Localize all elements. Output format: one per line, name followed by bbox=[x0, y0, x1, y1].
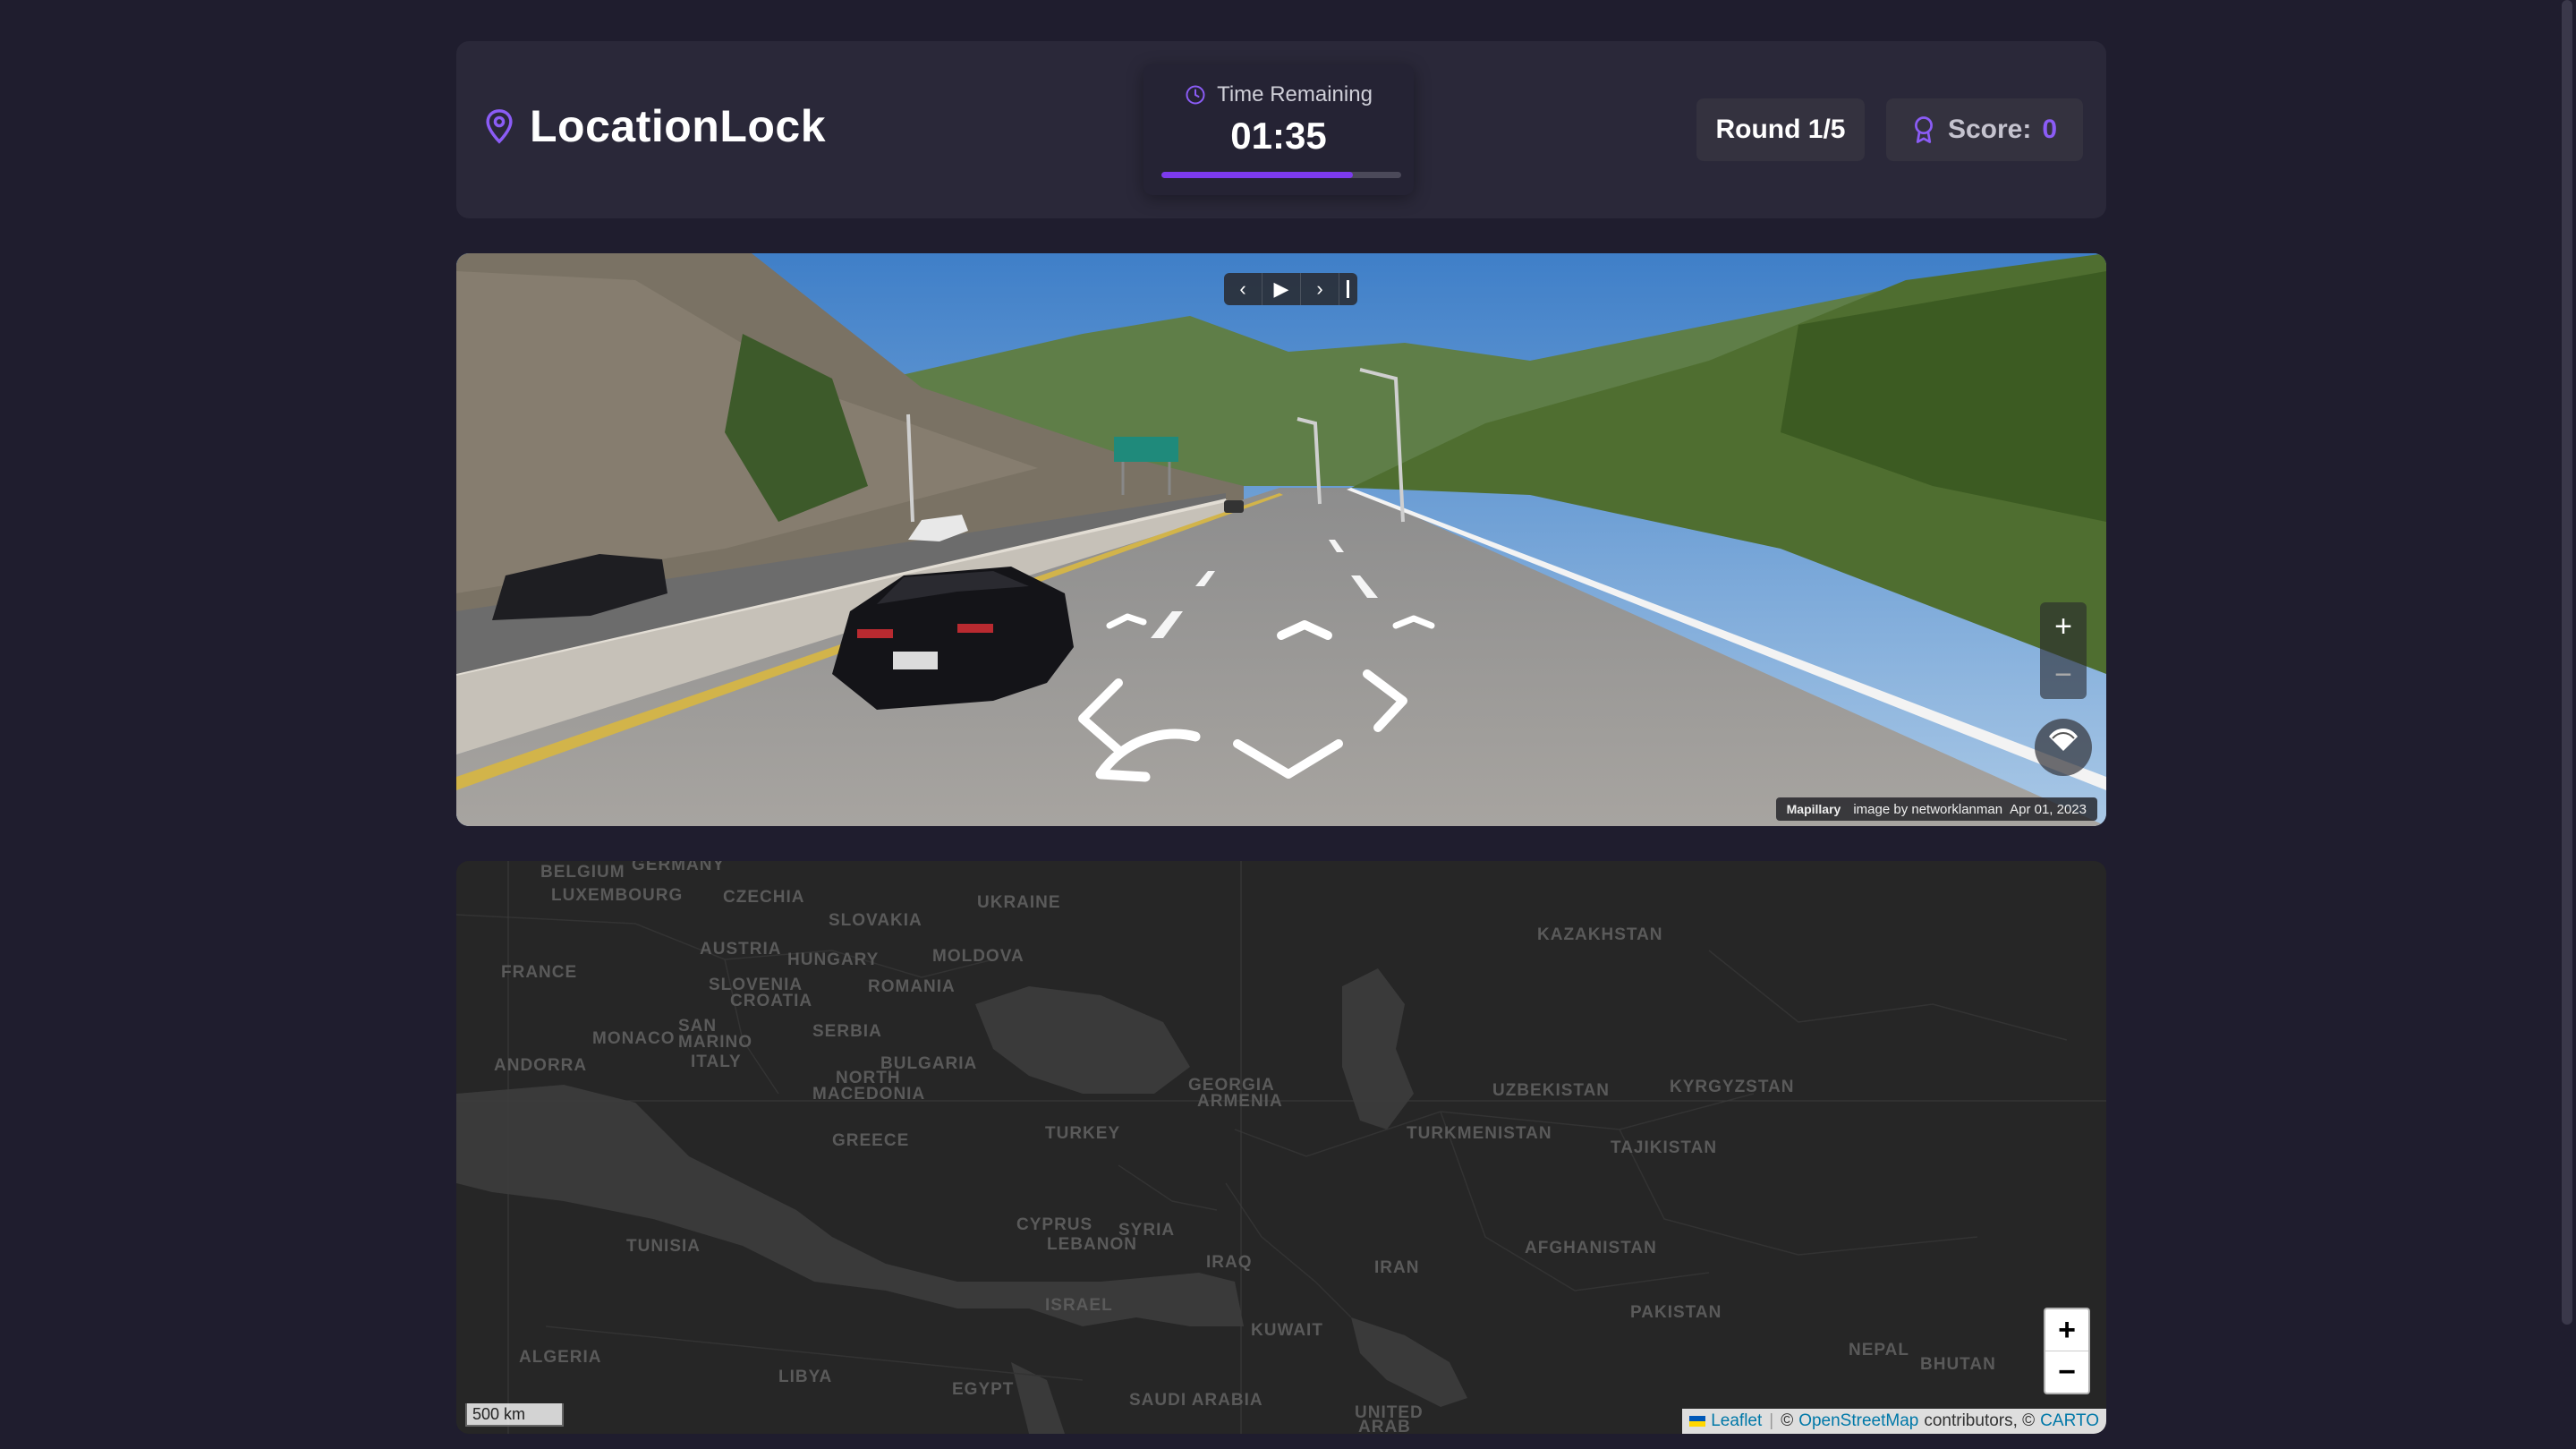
timer-progress-fill bbox=[1161, 172, 1354, 178]
map-label: LEBANON bbox=[1047, 1235, 1137, 1254]
map-label: ISRAEL bbox=[1045, 1296, 1113, 1315]
ukraine-flag-icon bbox=[1689, 1416, 1706, 1427]
play-button[interactable]: ▶ bbox=[1262, 273, 1301, 305]
award-icon bbox=[1914, 116, 1933, 143]
map-label: HUNGARY bbox=[787, 950, 880, 969]
map-label: AUSTRIA bbox=[700, 940, 782, 959]
map-label: IRAQ bbox=[1206, 1253, 1253, 1272]
compass-icon bbox=[2049, 729, 2078, 751]
bar-icon bbox=[1347, 280, 1349, 298]
next-image-button[interactable]: › bbox=[1301, 273, 1339, 305]
map-label: FRANCE bbox=[501, 963, 578, 982]
clock-icon bbox=[1186, 85, 1205, 105]
copyright-symbol: © bbox=[1781, 1411, 1794, 1430]
mapillary-logo[interactable]: Mapillary bbox=[1787, 802, 1841, 816]
map-label: MACEDONIA bbox=[812, 1085, 926, 1104]
map-label: ANDORRA bbox=[494, 1056, 588, 1075]
street-zoom-in-button[interactable]: + bbox=[2040, 602, 2087, 651]
map-label: KYRGYZSTAN bbox=[1670, 1078, 1795, 1096]
map-label: BHUTAN bbox=[1920, 1355, 1996, 1374]
round-indicator: Round 1/5 bbox=[1696, 98, 1865, 161]
street-zoom-out-button[interactable]: − bbox=[2040, 651, 2087, 699]
contributors-text: contributors, © bbox=[1924, 1411, 2036, 1430]
map-label: TURKEY bbox=[1045, 1124, 1121, 1143]
map-label: CYPRUS bbox=[1016, 1215, 1093, 1234]
map-label: LUXEMBOURG bbox=[551, 886, 684, 905]
map-label: BELGIUM bbox=[540, 863, 625, 882]
map-zoom-out-button[interactable]: − bbox=[2045, 1351, 2088, 1393]
street-view-zoom: + − bbox=[2040, 602, 2087, 699]
score-indicator: Score: 0 bbox=[1886, 98, 2083, 161]
timer-progress-bar bbox=[1161, 172, 1401, 178]
map-label: MARINO bbox=[678, 1033, 753, 1052]
timer-panel: Time Remaining 01:35 bbox=[1143, 64, 1414, 195]
map-label: ARAB bbox=[1358, 1418, 1411, 1434]
map-label: MONACO bbox=[592, 1029, 676, 1048]
map-label: GREECE bbox=[832, 1131, 910, 1150]
app-title: LocationLock bbox=[530, 101, 827, 151]
street-view-image[interactable] bbox=[456, 253, 2106, 826]
map-pin-icon bbox=[486, 109, 513, 144]
compass-button[interactable] bbox=[2035, 719, 2092, 776]
map-scale: 500 km bbox=[465, 1403, 564, 1427]
openstreetmap-link[interactable]: OpenStreetMap bbox=[1798, 1411, 1918, 1431]
image-credit[interactable]: image by networklanman bbox=[1853, 802, 2002, 817]
map-label: ARMENIA bbox=[1197, 1092, 1283, 1111]
map-attribution: Leaflet | © OpenStreetMap contributors, … bbox=[1682, 1409, 2106, 1434]
map-label: IRAN bbox=[1374, 1258, 1420, 1277]
chevron-left-icon: ‹ bbox=[1239, 277, 1246, 300]
previous-image-button[interactable]: ‹ bbox=[1224, 273, 1262, 305]
sequence-end-button[interactable] bbox=[1339, 273, 1357, 305]
street-view-attribution: Mapillary image by networklanman Apr 01,… bbox=[1775, 797, 2097, 821]
map-zoom-in-button[interactable]: + bbox=[2045, 1309, 2088, 1351]
timer-value: 01:35 bbox=[1230, 115, 1327, 157]
carto-link[interactable]: CARTO bbox=[2040, 1411, 2099, 1431]
map-label: AFGHANISTAN bbox=[1525, 1239, 1657, 1257]
map-label: PAKISTAN bbox=[1630, 1303, 1722, 1322]
map-label: TURKMENISTAN bbox=[1407, 1124, 1552, 1143]
map-label: GERMANY bbox=[632, 861, 726, 874]
map-label: ALGERIA bbox=[519, 1348, 602, 1367]
sequence-controls: ‹ ▶ › bbox=[1224, 273, 1357, 305]
map-label: EGYPT bbox=[952, 1380, 1015, 1399]
attribution-separator: | bbox=[1769, 1411, 1774, 1430]
map-zoom-control: + − bbox=[2044, 1308, 2090, 1394]
page-scrollbar[interactable] bbox=[2562, 0, 2572, 1325]
map-label: KAZAKHSTAN bbox=[1537, 925, 1663, 944]
map-label: CROATIA bbox=[730, 992, 813, 1010]
score-label: Score: bbox=[1947, 115, 2032, 144]
timer-label: Time Remaining bbox=[1217, 82, 1373, 107]
map-label: MOLDOVA bbox=[932, 947, 1024, 966]
map-label: UKRAINE bbox=[977, 893, 1061, 912]
street-view-panel[interactable]: ‹ ▶ › + − Mapillary image by networklanm… bbox=[456, 253, 2106, 826]
map-label: SERBIA bbox=[812, 1022, 882, 1041]
map-label: NEPAL bbox=[1849, 1341, 1909, 1360]
map-label: ROMANIA bbox=[868, 977, 956, 996]
map-label: SAUDI ARABIA bbox=[1129, 1391, 1263, 1410]
chevron-right-icon: › bbox=[1316, 277, 1323, 300]
score-value: 0 bbox=[2042, 115, 2058, 144]
image-date: Apr 01, 2023 bbox=[2010, 801, 2087, 817]
guess-map[interactable]: BELGIUM GERMANY LUXEMBOURG CZECHIA UKRAI… bbox=[456, 861, 2106, 1434]
leaflet-link[interactable]: Leaflet bbox=[1711, 1411, 1762, 1431]
map-label: TUNISIA bbox=[626, 1237, 701, 1256]
map-label: TAJIKISTAN bbox=[1611, 1138, 1718, 1157]
map-label: LIBYA bbox=[778, 1368, 833, 1386]
map-label: UZBEKISTAN bbox=[1492, 1081, 1611, 1100]
map-label: SLOVAKIA bbox=[829, 911, 922, 930]
map-label: ITALY bbox=[691, 1053, 742, 1071]
game-header: LocationLock Time Remaining 01:35 Round … bbox=[456, 41, 2106, 218]
play-icon: ▶ bbox=[1273, 277, 1289, 300]
app-logo: LocationLock bbox=[483, 100, 826, 152]
map-label: CZECHIA bbox=[723, 888, 805, 907]
map-label: KUWAIT bbox=[1251, 1321, 1323, 1340]
